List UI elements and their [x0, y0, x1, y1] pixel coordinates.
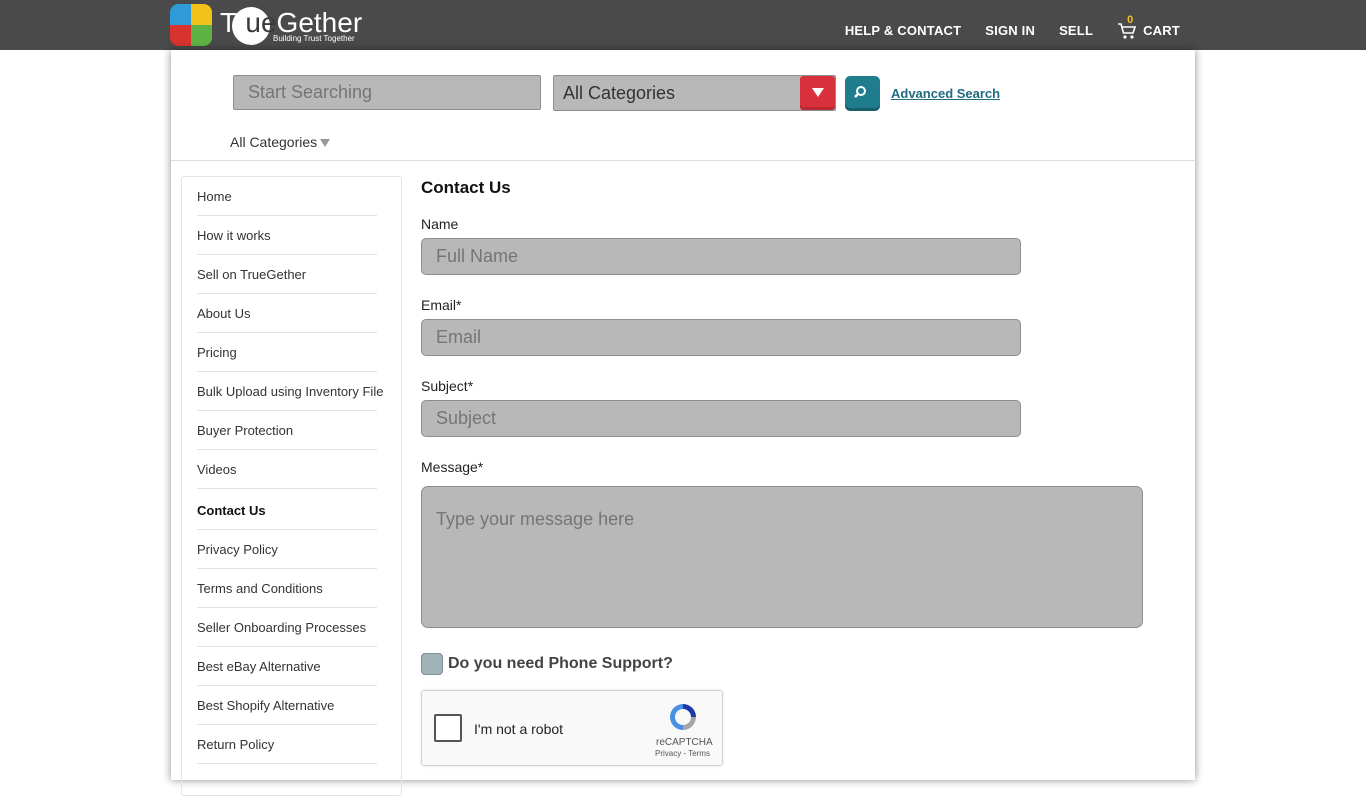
sidebar-item-videos[interactable]: Videos: [197, 450, 377, 489]
sell-link[interactable]: SELL: [1059, 23, 1093, 38]
sidebar-item-label: About Us: [197, 306, 251, 321]
sidebar-item-how-it-works[interactable]: How it works: [197, 216, 377, 255]
recaptcha-logo-icon: [667, 701, 699, 733]
all-categories-label: All Categories: [230, 134, 318, 150]
truegether-logo-icon[interactable]: [170, 4, 212, 46]
phone-support-label: Do you need Phone Support?: [448, 655, 673, 672]
message-field[interactable]: [421, 486, 1143, 628]
page-title: Contact Us: [421, 178, 511, 197]
top-nav: HELP & CONTACT SIGN IN SELL 0 CART: [821, 14, 1180, 39]
main-panel: All Categories Advanced Search All Categ…: [171, 50, 1195, 796]
category-select-value: All Categories: [563, 83, 676, 103]
sidebar-item-contact-us[interactable]: Contact Us: [197, 491, 377, 530]
sidebar-menu: Home How it works Sell on TrueGether Abo…: [181, 176, 402, 796]
sidebar-item-best-shopify-alternative[interactable]: Best Shopify Alternative: [197, 686, 377, 725]
sidebar-item-label: Best Shopify Alternative: [197, 698, 335, 713]
search-input[interactable]: [233, 75, 541, 110]
sidebar-item-label: Pricing: [197, 345, 237, 360]
sign-in-link[interactable]: SIGN IN: [985, 23, 1035, 38]
recaptcha-label: I'm not a robot: [474, 721, 564, 737]
sidebar-item-bulk-upload[interactable]: Bulk Upload using Inventory File: [197, 372, 383, 411]
sidebar-item-label: Videos: [197, 462, 237, 477]
sidebar-item-label: Terms and Conditions: [197, 581, 323, 596]
sidebar-item-terms-and-conditions[interactable]: Terms and Conditions: [197, 569, 377, 608]
shopping-cart-icon: 0: [1117, 14, 1137, 39]
category-select[interactable]: All Categories: [553, 75, 836, 111]
email-field[interactable]: [421, 319, 1021, 356]
chevron-down-icon: [320, 139, 331, 147]
recaptcha-links[interactable]: Privacy - Terms: [655, 749, 710, 758]
sidebar-item-home[interactable]: Home: [197, 177, 377, 216]
advanced-search-link[interactable]: Advanced Search: [891, 86, 1000, 101]
name-label: Name: [421, 216, 459, 232]
top-header: TrueGether Building Trust Together HELP …: [0, 0, 1366, 50]
sidebar-item-buyer-protection[interactable]: Buyer Protection: [197, 411, 377, 450]
sidebar-item-label: Buyer Protection: [197, 423, 294, 438]
subject-label: Subject*: [421, 378, 474, 394]
phone-support-checkbox[interactable]: [421, 653, 443, 675]
magnifier-icon: [854, 86, 866, 98]
help-contact-link[interactable]: HELP & CONTACT: [845, 23, 961, 38]
cart-count-badge: 0: [1127, 14, 1134, 26]
sidebar-item-seller-onboarding[interactable]: Seller Onboarding Processes: [197, 608, 377, 647]
recaptcha-brand: reCAPTCHA: [656, 737, 713, 748]
sidebar-item-label: Bulk Upload using Inventory File: [197, 384, 384, 399]
sidebar-item-sell-on-truegether[interactable]: Sell on TrueGether: [197, 255, 377, 294]
recaptcha-widget: I'm not a robot reCAPTCHA Privacy - Term…: [421, 690, 723, 766]
logo-text-circle: ue: [245, 7, 277, 38]
sidebar-item-return-policy[interactable]: Return Policy: [197, 725, 377, 764]
sidebar-item-about-us[interactable]: About Us: [197, 294, 377, 333]
message-label: Message*: [421, 459, 484, 475]
sidebar-item-label: Privacy Policy: [197, 542, 278, 557]
sidebar-item-label: Home: [197, 189, 232, 204]
logo-tagline: Building Trust Together: [273, 34, 355, 43]
recaptcha-checkbox[interactable]: [434, 714, 462, 742]
search-button[interactable]: [845, 76, 880, 111]
sidebar-item-label: Sell on TrueGether: [197, 267, 307, 282]
email-label: Email*: [421, 297, 462, 313]
logo-text-prefix: Tr: [220, 7, 246, 38]
triangle-down-icon: [812, 88, 824, 97]
sidebar-item-label: Return Policy: [197, 737, 275, 752]
cart-button[interactable]: 0 CART: [1117, 14, 1180, 39]
all-categories-toggle[interactable]: All Categories: [230, 134, 331, 150]
sidebar-item-label: Seller Onboarding Processes: [197, 620, 367, 635]
header-divider: [171, 160, 1195, 161]
name-field[interactable]: [421, 238, 1021, 275]
sidebar-item-label: How it works: [197, 228, 271, 243]
subject-field[interactable]: [421, 400, 1021, 437]
sidebar-item-privacy-policy[interactable]: Privacy Policy: [197, 530, 377, 569]
sidebar-item-pricing[interactable]: Pricing: [197, 333, 377, 372]
cart-link[interactable]: CART: [1143, 23, 1180, 38]
sidebar-item-label: Contact Us: [197, 503, 266, 518]
sidebar-item-best-ebay-alternative[interactable]: Best eBay Alternative: [197, 647, 377, 686]
category-dropdown-button[interactable]: [800, 76, 835, 110]
sidebar-item-label: Best eBay Alternative: [197, 659, 321, 674]
